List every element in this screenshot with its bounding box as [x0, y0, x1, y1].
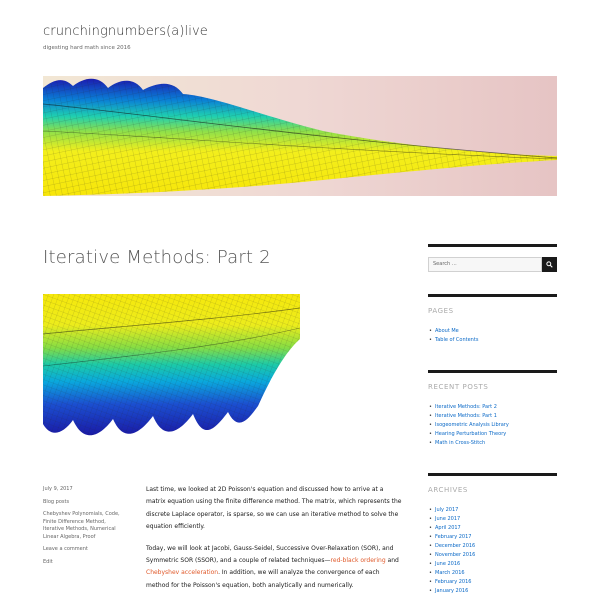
archive-link[interactable]: June 2016: [435, 561, 460, 567]
list-item[interactable]: November 2016: [429, 551, 557, 560]
list-item[interactable]: Iterative Methods: Part 2: [429, 403, 557, 412]
header-image: [43, 76, 557, 196]
recent-post-link[interactable]: Iterative Methods: Part 2: [435, 404, 497, 410]
page-link[interactable]: About Me: [435, 328, 459, 334]
pages-list: About Me Table of Contents: [428, 327, 557, 345]
featured-image[interactable]: [43, 294, 300, 446]
paragraph-text: and: [385, 557, 399, 565]
archives-widget: ARCHIVES July 2017 June 2017 April 2017 …: [428, 473, 557, 596]
page-link[interactable]: Table of Contents: [435, 337, 478, 343]
list-item[interactable]: July 2017: [429, 506, 557, 515]
list-item[interactable]: March 2016: [429, 569, 557, 578]
list-item[interactable]: February 2017: [429, 533, 557, 542]
list-item[interactable]: June 2016: [429, 560, 557, 569]
archive-link[interactable]: July 2017: [435, 507, 458, 513]
post-tags[interactable]: Chebyshev Polynomials, Code, Finite Diff…: [43, 511, 123, 541]
search-icon: [546, 261, 553, 268]
paragraph: Last time, we looked at 2D Poisson's equ…: [146, 486, 402, 531]
search-button[interactable]: [542, 257, 557, 272]
archive-link[interactable]: December 2016: [435, 543, 475, 549]
paragraph: Today, we will look at Jacobi, Gauss-Sei…: [146, 543, 402, 593]
site-title[interactable]: crunchingnumbers(a)live: [43, 24, 208, 39]
list-item[interactable]: June 2017: [429, 515, 557, 524]
list-item[interactable]: Isogeometric Analysis Library: [429, 421, 557, 430]
tags-line[interactable]: Chebyshev Polynomials, Code,: [43, 511, 123, 519]
pages-widget: PAGES About Me Table of Contents: [428, 294, 557, 345]
archive-link[interactable]: March 2016: [435, 570, 465, 576]
archive-link[interactable]: June 2017: [435, 516, 460, 522]
recent-post-link[interactable]: Isogeometric Analysis Library: [435, 422, 509, 428]
post-date[interactable]: July 9, 2017: [43, 486, 123, 494]
recent-posts-list: Iterative Methods: Part 2 Iterative Meth…: [428, 403, 557, 448]
list-item[interactable]: Hearing Perturbation Theory: [429, 430, 557, 439]
list-item[interactable]: January 2016: [429, 587, 557, 596]
search-input[interactable]: Search …: [428, 257, 542, 272]
list-item[interactable]: Math in Cross-Stitch: [429, 439, 557, 448]
search-widget: Search …: [428, 244, 557, 272]
tags-line[interactable]: Linear Algebra, Proof: [43, 534, 123, 542]
list-item[interactable]: April 2017: [429, 524, 557, 533]
list-item[interactable]: Iterative Methods: Part 1: [429, 412, 557, 421]
list-item[interactable]: Table of Contents: [429, 336, 557, 345]
archive-link[interactable]: February 2016: [435, 579, 471, 585]
recent-post-link[interactable]: Math in Cross-Stitch: [435, 440, 485, 446]
post-category[interactable]: Blog posts: [43, 499, 123, 507]
recent-post-link[interactable]: Hearing Perturbation Theory: [435, 431, 506, 437]
edit-link[interactable]: Edit: [43, 559, 123, 567]
tags-line[interactable]: Iterative Methods, Numerical: [43, 526, 123, 534]
list-item[interactable]: About Me: [429, 327, 557, 336]
archive-link[interactable]: January 2016: [435, 588, 468, 594]
red-black-ordering-link[interactable]: red-black ordering: [331, 557, 386, 564]
search-form: Search …: [428, 257, 557, 272]
tags-line[interactable]: Finite Difference Method,: [43, 519, 123, 527]
archive-link[interactable]: April 2017: [435, 525, 461, 531]
archives-list: July 2017 June 2017 April 2017 February …: [428, 506, 557, 596]
leave-comment-link[interactable]: Leave a comment: [43, 546, 123, 554]
post-meta: July 9, 2017 Blog posts Chebyshev Polyno…: [43, 486, 123, 571]
entry-content: Last time, we looked at 2D Poisson's equ…: [146, 484, 402, 600]
widget-title: PAGES: [428, 307, 454, 315]
widget-title: ARCHIVES: [428, 486, 468, 494]
list-item[interactable]: December 2016: [429, 542, 557, 551]
recent-post-link[interactable]: Iterative Methods: Part 1: [435, 413, 497, 419]
widget-title: RECENT POSTS: [428, 383, 489, 391]
chebyshev-acceleration-link[interactable]: Chebyshev acceleration: [146, 569, 218, 576]
list-item[interactable]: February 2016: [429, 578, 557, 587]
site-tagline: digesting hard math since 2016: [43, 45, 131, 51]
archive-link[interactable]: November 2016: [435, 552, 475, 558]
archive-link[interactable]: February 2017: [435, 534, 471, 540]
post-title[interactable]: Iterative Methods: Part 2: [43, 247, 271, 268]
recent-posts-widget: RECENT POSTS Iterative Methods: Part 2 I…: [428, 370, 557, 448]
